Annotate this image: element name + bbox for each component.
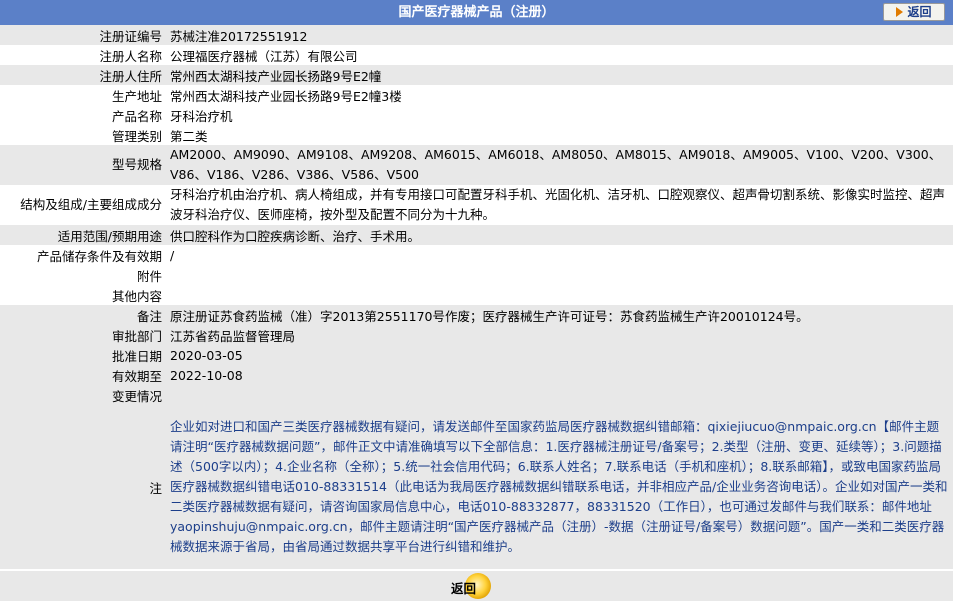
field-value: 供口腔科作为口腔疾病诊断、治疗、手术用。 [166,225,953,245]
row-model-spec: 型号规格 AM2000、AM9090、AM9108、AM9208、AM6015、… [0,145,953,185]
row-change-status: 变更情况 [0,385,953,405]
field-label: 附件 [0,265,166,285]
field-label: 注册人住所 [0,65,166,85]
row-note: 注 企业如对进口和国产三类医疗器械数据有疑问，请发送邮件至国家药监局医疗器械数据… [0,405,953,569]
field-label: 变更情况 [0,385,166,405]
field-value: 原注册证苏食药监械（准）字2013第2551170号作废；医疗器械生产许可证号：… [166,305,953,325]
row-remarks: 备注 原注册证苏食药监械（准）字2013第2551170号作废；医疗器械生产许可… [0,305,953,325]
field-label: 适用范围/预期用途 [0,225,166,245]
field-value: 公理福医疗器械（江苏）有限公司 [166,45,953,65]
field-label: 审批部门 [0,325,166,345]
product-info-table: 注册证编号 苏械注准20172551912 注册人名称 公理福医疗器械（江苏）有… [0,25,953,569]
field-value: 2020-03-05 [166,345,953,365]
field-label: 其他内容 [0,285,166,305]
field-value: 常州西太湖科技产业园长扬路9号E2幢 [166,65,953,85]
field-value [166,265,953,285]
row-intended-use: 适用范围/预期用途 供口腔科作为口腔疾病诊断、治疗、手术用。 [0,225,953,245]
field-label: 型号规格 [0,145,166,185]
row-product-name: 产品名称 牙科治疗机 [0,105,953,125]
field-label: 批准日期 [0,345,166,365]
field-value: 江苏省药品监督管理局 [166,325,953,345]
field-value: 苏械注准20172551912 [166,25,953,45]
field-value: / [166,245,953,265]
field-value: 第二类 [166,125,953,145]
field-label: 注册人名称 [0,45,166,65]
back-button-top[interactable]: 返回 [883,3,945,21]
row-other-content: 其他内容 [0,285,953,305]
field-label: 有效期至 [0,365,166,385]
footer-bar: 返回 [0,571,953,601]
field-label: 管理类别 [0,125,166,145]
arrow-right-icon [896,7,904,17]
row-attachments: 附件 [0,265,953,285]
field-label: 产品储存条件及有效期 [0,245,166,265]
field-label: 生产地址 [0,85,166,105]
field-value: 牙科治疗机 [166,105,953,125]
title-bar: 国产医疗器械产品（注册） 返回 [0,0,953,25]
field-value [166,285,953,305]
field-value: AM2000、AM9090、AM9108、AM9208、AM6015、AM601… [166,145,953,185]
back-button-label: 返回 [451,581,477,596]
field-label: 注册证编号 [0,25,166,45]
back-button-bottom[interactable]: 返回 [449,573,495,599]
row-approval-date: 批准日期 2020-03-05 [0,345,953,365]
row-registrant-name: 注册人名称 公理福医疗器械（江苏）有限公司 [0,45,953,65]
field-label: 备注 [0,305,166,325]
row-registrant-address: 注册人住所 常州西太湖科技产业园长扬路9号E2幢 [0,65,953,85]
field-label: 结构及组成/主要组成成分 [0,185,166,225]
row-management-category: 管理类别 第二类 [0,125,953,145]
row-valid-until: 有效期至 2022-10-08 [0,365,953,385]
field-value [166,385,953,405]
back-button-label: 返回 [907,4,932,19]
row-structure-composition: 结构及组成/主要组成成分 牙科治疗机由治疗机、病人椅组成，并有专用接口可配置牙科… [0,185,953,225]
row-storage-validity: 产品储存条件及有效期 / [0,245,953,265]
note-text: 企业如对进口和国产三类医疗器械数据有疑问，请发送邮件至国家药监局医疗器械数据纠错… [166,405,953,569]
field-value: 牙科治疗机由治疗机、病人椅组成，并有专用接口可配置牙科手机、光固化机、洁牙机、口… [166,185,953,225]
page-title: 国产医疗器械产品（注册） [398,5,555,20]
field-label: 产品名称 [0,105,166,125]
page: 国产医疗器械产品（注册） 返回 注册证编号 苏械注准20172551912 注册… [0,0,953,606]
row-production-address: 生产地址 常州西太湖科技产业园长扬路9号E2幢3楼 [0,85,953,105]
row-approval-department: 审批部门 江苏省药品监督管理局 [0,325,953,345]
row-registration-number: 注册证编号 苏械注准20172551912 [0,25,953,45]
field-value: 常州西太湖科技产业园长扬路9号E2幢3楼 [166,85,953,105]
field-value: 2022-10-08 [166,365,953,385]
field-label: 注 [0,405,166,569]
